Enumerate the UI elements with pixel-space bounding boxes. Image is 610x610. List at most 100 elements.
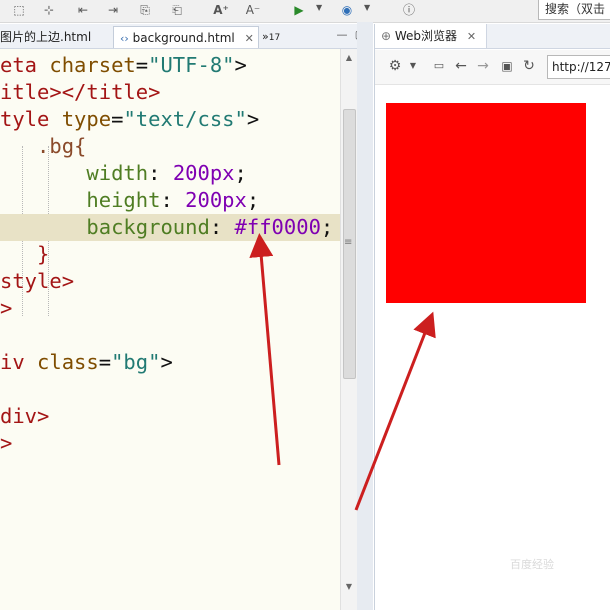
code-token: "text/css" (123, 107, 247, 131)
code-token: #ff0000 (234, 215, 321, 239)
main-toolbar: ⬚ ⊹ ⇤ ⇥ ⎘ ⎗ A⁺ A⁻ ▶ ▼ ◉ ▼ ⓘ 搜索（双击 (0, 0, 610, 23)
tab-background-html[interactable]: ‹› background.html ✕ (113, 26, 259, 48)
code-line: style> (0, 268, 340, 295)
new-file-icon[interactable]: ⬚ (10, 2, 28, 18)
code-token: "UTF-8" (148, 53, 235, 77)
watermark: 百度经验 (510, 558, 554, 571)
code-token: : (148, 161, 173, 185)
editor-tab-bar: 图片的上边.html ‹› background.html ✕ »17 — ▢ (0, 24, 370, 49)
insert-tag-icon[interactable]: ⊹ (40, 2, 58, 18)
forward-arrow-icon[interactable]: → (475, 58, 491, 74)
settings-gear-icon[interactable]: ⚙ (387, 58, 403, 74)
scroll-down-icon[interactable]: ▼ (343, 582, 355, 591)
code-line: > (0, 430, 340, 457)
code-token: > (246, 107, 260, 131)
code-token: > (234, 53, 247, 77)
tab-label: 图片的上边.html (0, 30, 92, 44)
tab-label: Web浏览器 (394, 29, 458, 43)
code-token: } (0, 242, 50, 266)
globe-icon: ⊕ (381, 29, 392, 43)
code-token: background (86, 215, 210, 239)
run-dropdown-icon[interactable]: ▼ (316, 3, 322, 12)
pane-divider[interactable] (357, 22, 373, 610)
code-token: > (0, 296, 13, 320)
code-token: itle></title> (0, 80, 161, 104)
code-token: div> (0, 404, 50, 428)
code-line: background: #ff0000; (0, 214, 340, 241)
code-token: : (209, 215, 235, 239)
code-token: .bg{ (0, 134, 87, 158)
font-decrease-icon[interactable]: A⁻ (244, 2, 262, 18)
code-editor[interactable]: eta charset="UTF-8"> itle></title> tyle ty… (0, 49, 340, 610)
code-token: > (0, 431, 13, 455)
stop-icon[interactable]: ▣ (499, 58, 515, 74)
console-icon[interactable]: ▭ (431, 58, 447, 74)
rendered-red-box (386, 103, 586, 303)
info-icon[interactable]: ⓘ (400, 2, 418, 18)
code-line: eta charset="UTF-8"> (0, 52, 340, 79)
code-line: width: 200px; (0, 160, 340, 187)
back-arrow-icon[interactable]: ← (453, 58, 469, 74)
code-line: iv class="bg"> (0, 349, 340, 376)
minimize-icon[interactable]: — (336, 29, 348, 41)
url-bar[interactable]: http://127.0.0.1 (547, 55, 610, 79)
browser-nav-bar: ⚙ ▼ ▭ ← → ▣ ↻ http://127.0.0.1 (375, 50, 610, 85)
code-token: "bg" (111, 350, 161, 374)
code-token: = (135, 53, 149, 77)
tab-image-top-html[interactable]: 图片的上边.html (0, 26, 110, 48)
tab-label: background.html (132, 31, 235, 45)
code-token: ; (234, 161, 247, 185)
tab-overflow-menu[interactable]: »17 (262, 26, 292, 48)
browser-tab-bar: ⊕ Web浏览器 ✕ (375, 24, 610, 49)
code-token: tyle (0, 107, 62, 131)
html-file-icon: ‹› (120, 32, 129, 45)
code-token: > (160, 350, 173, 374)
close-tab-icon[interactable]: ✕ (245, 32, 254, 45)
import-icon[interactable]: ⎘ (136, 2, 154, 18)
editor-scrollbar[interactable]: ▲ ≡ ▼ (340, 49, 357, 610)
code-token: ; (246, 188, 260, 212)
refresh-icon[interactable]: ↻ (521, 58, 537, 74)
code-token: type (61, 107, 112, 131)
step-back-icon[interactable]: ⇤ (74, 2, 92, 18)
code-token: = (98, 350, 112, 374)
code-line: height: 200px; (0, 187, 340, 214)
code-token: = (111, 107, 124, 131)
font-increase-icon[interactable]: A⁺ (212, 2, 230, 18)
code-token: class (37, 350, 99, 374)
code-line: > (0, 295, 340, 322)
close-tab-icon[interactable]: ✕ (467, 30, 476, 43)
code-line: tyle type="text/css"> (0, 106, 340, 133)
code-token: 200px (172, 161, 235, 185)
web-browser-pane: ⊕ Web浏览器 ✕ ⚙ ▼ ▭ ← → ▣ ↻ http://127.0.0.… (374, 24, 610, 610)
code-token: 200px (185, 188, 247, 212)
code-token: : (160, 188, 186, 212)
run-icon[interactable]: ▶ (290, 2, 308, 18)
code-line: } (0, 241, 340, 268)
code-token: height (86, 188, 161, 212)
code-token: charset (49, 53, 136, 77)
step-forward-icon[interactable]: ⇥ (104, 2, 122, 18)
globe-dropdown-icon[interactable]: ▼ (364, 3, 370, 12)
code-line: div> (0, 403, 340, 430)
code-token: ; (320, 215, 334, 239)
code-token: eta (0, 53, 50, 77)
scroll-up-icon[interactable]: ▲ (343, 53, 355, 62)
settings-dropdown-icon[interactable]: ▼ (405, 58, 421, 74)
tab-web-browser[interactable]: ⊕ Web浏览器 ✕ (375, 24, 487, 48)
search-input[interactable]: 搜索（双击 (538, 0, 610, 20)
code-token: iv (0, 350, 38, 374)
overflow-count: 17 (268, 33, 281, 43)
code-line: .bg{ (0, 133, 340, 160)
code-token: width (86, 161, 149, 185)
code-line: itle></title> (0, 79, 340, 106)
overflow-icon: » (262, 30, 269, 43)
globe-icon[interactable]: ◉ (338, 2, 356, 18)
scroll-grip-icon: ≡ (344, 237, 353, 248)
export-icon[interactable]: ⎗ (168, 2, 186, 18)
